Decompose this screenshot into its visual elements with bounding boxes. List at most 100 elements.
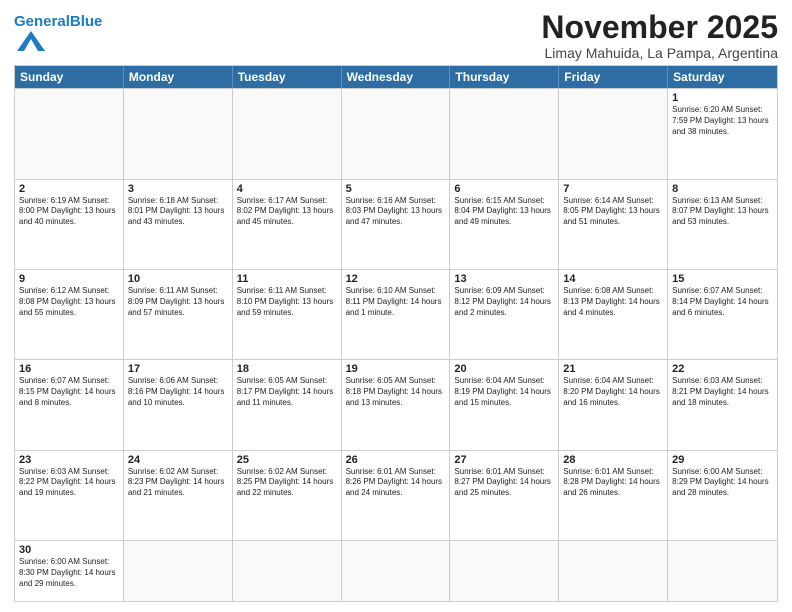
day-info: Sunrise: 6:08 AM Sunset: 8:13 PM Dayligh… (563, 286, 663, 318)
day-info: Sunrise: 6:00 AM Sunset: 8:29 PM Dayligh… (672, 467, 773, 499)
weekday-header-monday: Monday (124, 66, 233, 88)
day-info: Sunrise: 6:06 AM Sunset: 8:16 PM Dayligh… (128, 376, 228, 408)
day-number: 11 (237, 273, 337, 285)
day-number: 25 (237, 454, 337, 466)
calendar-row-0: 1Sunrise: 6:20 AM Sunset: 7:59 PM Daylig… (15, 88, 777, 178)
day-number: 4 (237, 183, 337, 195)
day-number: 13 (454, 273, 554, 285)
day-number: 30 (19, 544, 119, 556)
cal-cell-3-3: 19Sunrise: 6:05 AM Sunset: 8:18 PM Dayli… (342, 360, 451, 449)
cal-cell-4-1: 24Sunrise: 6:02 AM Sunset: 8:23 PM Dayli… (124, 451, 233, 540)
calendar-header: SundayMondayTuesdayWednesdayThursdayFrid… (15, 66, 777, 88)
day-number: 1 (672, 92, 773, 104)
cal-cell-1-1: 3Sunrise: 6:18 AM Sunset: 8:01 PM Daylig… (124, 180, 233, 269)
cal-cell-2-5: 14Sunrise: 6:08 AM Sunset: 8:13 PM Dayli… (559, 270, 668, 359)
day-number: 12 (346, 273, 446, 285)
day-info: Sunrise: 6:17 AM Sunset: 8:02 PM Dayligh… (237, 196, 337, 228)
cal-cell-0-2 (233, 89, 342, 178)
day-info: Sunrise: 6:01 AM Sunset: 8:26 PM Dayligh… (346, 467, 446, 499)
cal-cell-4-0: 23Sunrise: 6:03 AM Sunset: 8:22 PM Dayli… (15, 451, 124, 540)
calendar-row-1: 2Sunrise: 6:19 AM Sunset: 8:00 PM Daylig… (15, 179, 777, 269)
cal-cell-3-6: 22Sunrise: 6:03 AM Sunset: 8:21 PM Dayli… (668, 360, 777, 449)
cal-cell-2-1: 10Sunrise: 6:11 AM Sunset: 8:09 PM Dayli… (124, 270, 233, 359)
day-number: 22 (672, 363, 773, 375)
day-number: 21 (563, 363, 663, 375)
day-number: 6 (454, 183, 554, 195)
cal-cell-3-2: 18Sunrise: 6:05 AM Sunset: 8:17 PM Dayli… (233, 360, 342, 449)
day-number: 5 (346, 183, 446, 195)
cal-cell-5-6 (668, 541, 777, 601)
day-number: 20 (454, 363, 554, 375)
day-info: Sunrise: 6:11 AM Sunset: 8:09 PM Dayligh… (128, 286, 228, 318)
day-number: 10 (128, 273, 228, 285)
cal-cell-4-5: 28Sunrise: 6:01 AM Sunset: 8:28 PM Dayli… (559, 451, 668, 540)
weekday-header-friday: Friday (559, 66, 668, 88)
header: GeneralBlue November 2025 Limay Mahuida,… (14, 10, 778, 61)
cal-cell-0-3 (342, 89, 451, 178)
day-info: Sunrise: 6:01 AM Sunset: 8:27 PM Dayligh… (454, 467, 554, 499)
day-info: Sunrise: 6:09 AM Sunset: 8:12 PM Dayligh… (454, 286, 554, 318)
cal-cell-4-4: 27Sunrise: 6:01 AM Sunset: 8:27 PM Dayli… (450, 451, 559, 540)
day-info: Sunrise: 6:02 AM Sunset: 8:25 PM Dayligh… (237, 467, 337, 499)
day-info: Sunrise: 6:13 AM Sunset: 8:07 PM Dayligh… (672, 196, 773, 228)
day-number: 14 (563, 273, 663, 285)
weekday-header-thursday: Thursday (450, 66, 559, 88)
cal-cell-3-4: 20Sunrise: 6:04 AM Sunset: 8:19 PM Dayli… (450, 360, 559, 449)
cal-cell-4-3: 26Sunrise: 6:01 AM Sunset: 8:26 PM Dayli… (342, 451, 451, 540)
cal-cell-2-0: 9Sunrise: 6:12 AM Sunset: 8:08 PM Daylig… (15, 270, 124, 359)
weekday-header-saturday: Saturday (668, 66, 777, 88)
cal-cell-1-6: 8Sunrise: 6:13 AM Sunset: 8:07 PM Daylig… (668, 180, 777, 269)
cal-cell-0-6: 1Sunrise: 6:20 AM Sunset: 7:59 PM Daylig… (668, 89, 777, 178)
calendar-body: 1Sunrise: 6:20 AM Sunset: 7:59 PM Daylig… (15, 88, 777, 601)
day-number: 2 (19, 183, 119, 195)
cal-cell-1-0: 2Sunrise: 6:19 AM Sunset: 8:00 PM Daylig… (15, 180, 124, 269)
day-info: Sunrise: 6:12 AM Sunset: 8:08 PM Dayligh… (19, 286, 119, 318)
weekday-header-sunday: Sunday (15, 66, 124, 88)
day-info: Sunrise: 6:01 AM Sunset: 8:28 PM Dayligh… (563, 467, 663, 499)
day-number: 27 (454, 454, 554, 466)
day-info: Sunrise: 6:07 AM Sunset: 8:14 PM Dayligh… (672, 286, 773, 318)
cal-cell-5-0: 30Sunrise: 6:00 AM Sunset: 8:30 PM Dayli… (15, 541, 124, 601)
day-info: Sunrise: 6:18 AM Sunset: 8:01 PM Dayligh… (128, 196, 228, 228)
day-info: Sunrise: 6:07 AM Sunset: 8:15 PM Dayligh… (19, 376, 119, 408)
calendar-row-2: 9Sunrise: 6:12 AM Sunset: 8:08 PM Daylig… (15, 269, 777, 359)
cal-cell-3-5: 21Sunrise: 6:04 AM Sunset: 8:20 PM Dayli… (559, 360, 668, 449)
day-info: Sunrise: 6:02 AM Sunset: 8:23 PM Dayligh… (128, 467, 228, 499)
cal-cell-5-5 (559, 541, 668, 601)
cal-cell-3-0: 16Sunrise: 6:07 AM Sunset: 8:15 PM Dayli… (15, 360, 124, 449)
cal-cell-2-2: 11Sunrise: 6:11 AM Sunset: 8:10 PM Dayli… (233, 270, 342, 359)
day-number: 19 (346, 363, 446, 375)
cal-cell-0-1 (124, 89, 233, 178)
day-info: Sunrise: 6:03 AM Sunset: 8:22 PM Dayligh… (19, 467, 119, 499)
cal-cell-5-1 (124, 541, 233, 601)
day-number: 18 (237, 363, 337, 375)
day-number: 15 (672, 273, 773, 285)
day-info: Sunrise: 6:15 AM Sunset: 8:04 PM Dayligh… (454, 196, 554, 228)
cal-cell-4-6: 29Sunrise: 6:00 AM Sunset: 8:29 PM Dayli… (668, 451, 777, 540)
cal-cell-2-6: 15Sunrise: 6:07 AM Sunset: 8:14 PM Dayli… (668, 270, 777, 359)
weekday-header-wednesday: Wednesday (342, 66, 451, 88)
day-number: 28 (563, 454, 663, 466)
logo-blue: Blue (70, 13, 103, 30)
day-number: 8 (672, 183, 773, 195)
day-number: 26 (346, 454, 446, 466)
day-info: Sunrise: 6:04 AM Sunset: 8:19 PM Dayligh… (454, 376, 554, 408)
day-info: Sunrise: 6:16 AM Sunset: 8:03 PM Dayligh… (346, 196, 446, 228)
cal-cell-0-0 (15, 89, 124, 178)
logo-icon (17, 31, 45, 51)
day-number: 24 (128, 454, 228, 466)
subtitle: Limay Mahuida, La Pampa, Argentina (541, 45, 778, 61)
cal-cell-1-2: 4Sunrise: 6:17 AM Sunset: 8:02 PM Daylig… (233, 180, 342, 269)
cal-cell-1-3: 5Sunrise: 6:16 AM Sunset: 8:03 PM Daylig… (342, 180, 451, 269)
day-info: Sunrise: 6:04 AM Sunset: 8:20 PM Dayligh… (563, 376, 663, 408)
day-number: 17 (128, 363, 228, 375)
cal-cell-5-2 (233, 541, 342, 601)
day-info: Sunrise: 6:05 AM Sunset: 8:18 PM Dayligh… (346, 376, 446, 408)
day-number: 3 (128, 183, 228, 195)
day-number: 7 (563, 183, 663, 195)
cal-cell-2-4: 13Sunrise: 6:09 AM Sunset: 8:12 PM Dayli… (450, 270, 559, 359)
month-title: November 2025 (541, 10, 778, 45)
day-info: Sunrise: 6:05 AM Sunset: 8:17 PM Dayligh… (237, 376, 337, 408)
cal-cell-2-3: 12Sunrise: 6:10 AM Sunset: 8:11 PM Dayli… (342, 270, 451, 359)
cal-cell-5-3 (342, 541, 451, 601)
